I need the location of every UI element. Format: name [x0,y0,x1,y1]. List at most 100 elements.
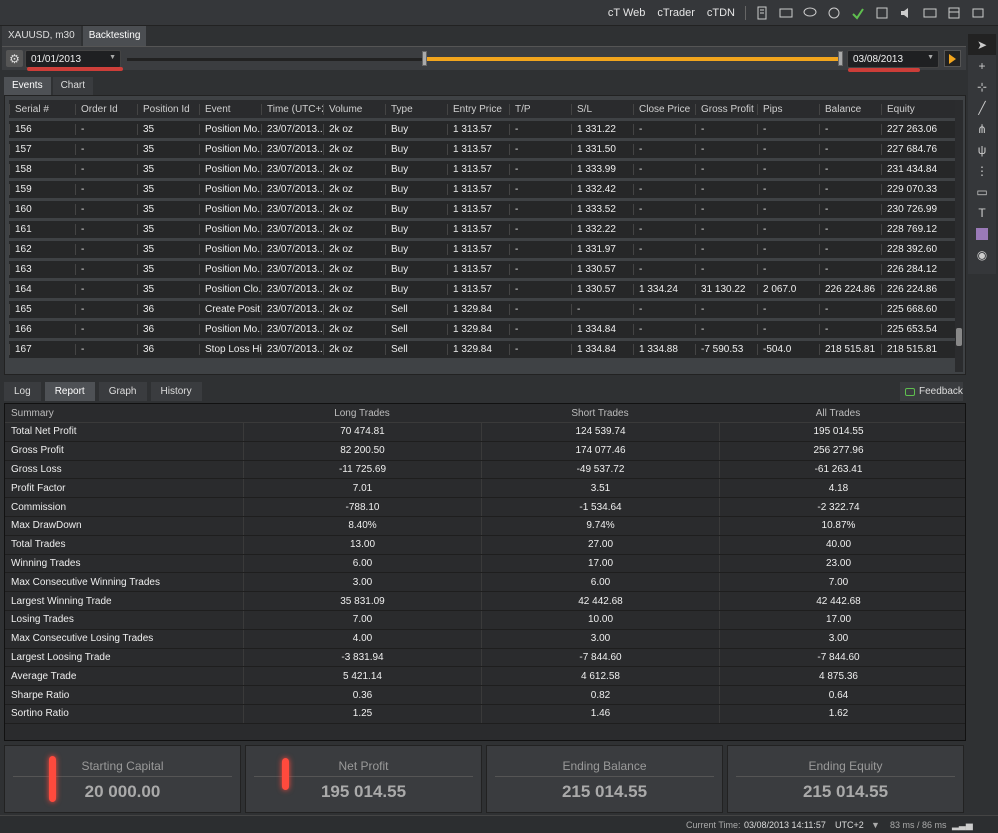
metric-value: 3.00 [719,629,957,648]
table-row[interactable]: 157-35 Position Mo... 23/07/2013... 2k oz Bu… [9,141,955,158]
end-date-value: 03/08/2013 [853,54,904,65]
column-header[interactable]: Pips [757,103,819,115]
table-row[interactable]: 161-35 Position Mo... 23/07/2013... 2k oz Bu… [9,221,955,238]
tab-log[interactable]: Log [4,382,41,401]
range-start-handle[interactable] [422,51,427,66]
table-cell: - [633,124,695,135]
metric-value: 9.74% [481,516,719,535]
metric-value: 6.00 [243,554,481,573]
tab-backtesting[interactable]: Backtesting [82,26,147,46]
table-cell: Buy [385,244,447,255]
support-icon[interactable] [824,5,844,21]
tab-report[interactable]: Report [44,382,95,401]
grid-icon[interactable]: ⋮ [968,160,996,181]
color-swatch-icon[interactable] [968,223,996,244]
highlight-mark [49,756,56,802]
table-cell: Buy [385,264,447,275]
notes-icon[interactable] [752,5,772,21]
table-cell: Buy [385,144,447,155]
feedback-button[interactable]: Feedback [900,382,963,401]
settings-gear-icon[interactable]: ⚙ [6,50,23,67]
video-icon[interactable] [776,5,796,21]
language-icon[interactable] [920,5,940,21]
table-cell: 2k oz [323,284,385,295]
sound-icon[interactable] [896,5,916,21]
table-row[interactable]: 156-35 Position Mo... 23/07/2013... 2k oz Bu… [9,121,955,138]
column-header[interactable]: Entry Price [447,103,509,115]
table-row[interactable]: 160-35 Position Mo... 23/07/2013... 2k oz Bu… [9,201,955,218]
column-header[interactable]: S/L [571,103,633,115]
table-cell: - [633,324,695,335]
trendline-icon[interactable]: ╱ [968,97,996,118]
table-row[interactable]: 166-36 Position Mo... 23/07/2013... 2k oz Se… [9,321,955,338]
table-cell: 156 [9,124,75,135]
metric-value: -49 537.72 [481,460,719,479]
chevron-down-icon[interactable]: ▼ [871,820,880,830]
column-header[interactable]: Equity [881,103,947,115]
tab-history[interactable]: History [150,382,202,401]
play-button[interactable] [944,50,961,67]
table-row[interactable]: 159-35 Position Mo... 23/07/2013... 2k oz Bu… [9,181,955,198]
column-header[interactable]: Gross Profit [695,103,757,115]
hand-check-icon[interactable] [848,5,868,21]
tab-chart[interactable]: Chart [52,77,94,95]
rectangle-icon[interactable]: ▭ [968,181,996,202]
header-short-trades: Short Trades [571,407,629,419]
crosshair-plus-icon[interactable]: ⊹ [968,76,996,97]
fibonacci-icon[interactable]: ⋔ [968,118,996,139]
table-row[interactable]: 164-35 Position Clo... 23/07/2013... 2k oz B… [9,281,955,298]
pitchfork-icon[interactable]: ψ [968,139,996,160]
column-header[interactable]: Order Id [75,103,137,115]
table-row[interactable]: 163-35 Position Mo... 23/07/2013... 2k oz Bu… [9,261,955,278]
end-date-picker[interactable]: 03/08/2013 ▼ [847,50,939,68]
chat-icon[interactable] [800,5,820,21]
metric-value: 1.25 [243,704,481,723]
table-cell: - [819,224,881,235]
column-header[interactable]: Type [385,103,447,115]
start-date-picker[interactable]: 01/01/2013 ▼ [25,50,121,68]
column-header[interactable]: Position Id [137,103,199,115]
column-header[interactable]: Close Price [633,103,695,115]
events-rows: 156-35 Position Mo... 23/07/2013... 2k oz Bu… [9,121,955,358]
cursor-icon[interactable]: ➤ [968,34,996,55]
text-icon[interactable]: T [968,202,996,223]
table-row[interactable]: 167-36 Stop Loss Hit 23/07/2013... 2k oz Sel… [9,341,955,358]
table-cell: 225 653.54 [881,324,947,335]
table-cell: - [819,244,881,255]
column-header[interactable]: Balance [819,103,881,115]
metric-value: 124 539.74 [481,423,719,441]
ctrader-link[interactable]: cTrader [651,7,701,19]
ctweb-link[interactable]: cT Web [602,7,652,19]
fullscreen-icon[interactable] [968,5,988,21]
camera-icon[interactable]: ◉ [968,244,996,265]
table-cell: 2k oz [323,244,385,255]
table-cell: - [695,164,757,175]
table-cell: Buy [385,124,447,135]
table-cell: 2 067.0 [757,284,819,295]
column-header[interactable]: Volume [323,103,385,115]
scroll-thumb[interactable] [956,328,962,346]
table-row[interactable]: 162-35 Position Mo... 23/07/2013... 2k oz Bu… [9,241,955,258]
card-divider [13,776,232,777]
table-cell: 1 313.57 [447,224,509,235]
tab-graph[interactable]: Graph [98,382,147,401]
tab-events[interactable]: Events [4,77,51,95]
table-cell: - [633,264,695,275]
events-scrollbar[interactable] [955,100,963,372]
calculator-icon[interactable] [872,5,892,21]
table-row[interactable]: 165-36Create Posit...23/07/2013...2k ozS… [9,301,955,318]
column-header[interactable]: Event [199,103,261,115]
ctdn-link[interactable]: cTDN [701,7,741,19]
range-end-handle[interactable] [838,51,843,66]
layout-icon[interactable] [944,5,964,21]
crosshair-icon[interactable]: + [968,55,996,76]
tab-xauusd-m30[interactable]: XAUUSD, m30 [2,26,81,46]
table-row[interactable]: 158-35 Position Mo... 23/07/2013... 2k oz Bu… [9,161,955,178]
timezone-select[interactable]: UTC+2 [835,820,864,830]
table-cell: 1 334.84 [571,324,633,335]
table-cell: 228 769.12 [881,224,947,235]
column-header[interactable]: Time (UTC+2) [261,103,323,115]
column-header[interactable]: T/P [509,103,571,115]
table-cell: - [695,184,757,195]
column-header[interactable]: Serial # [9,103,75,115]
